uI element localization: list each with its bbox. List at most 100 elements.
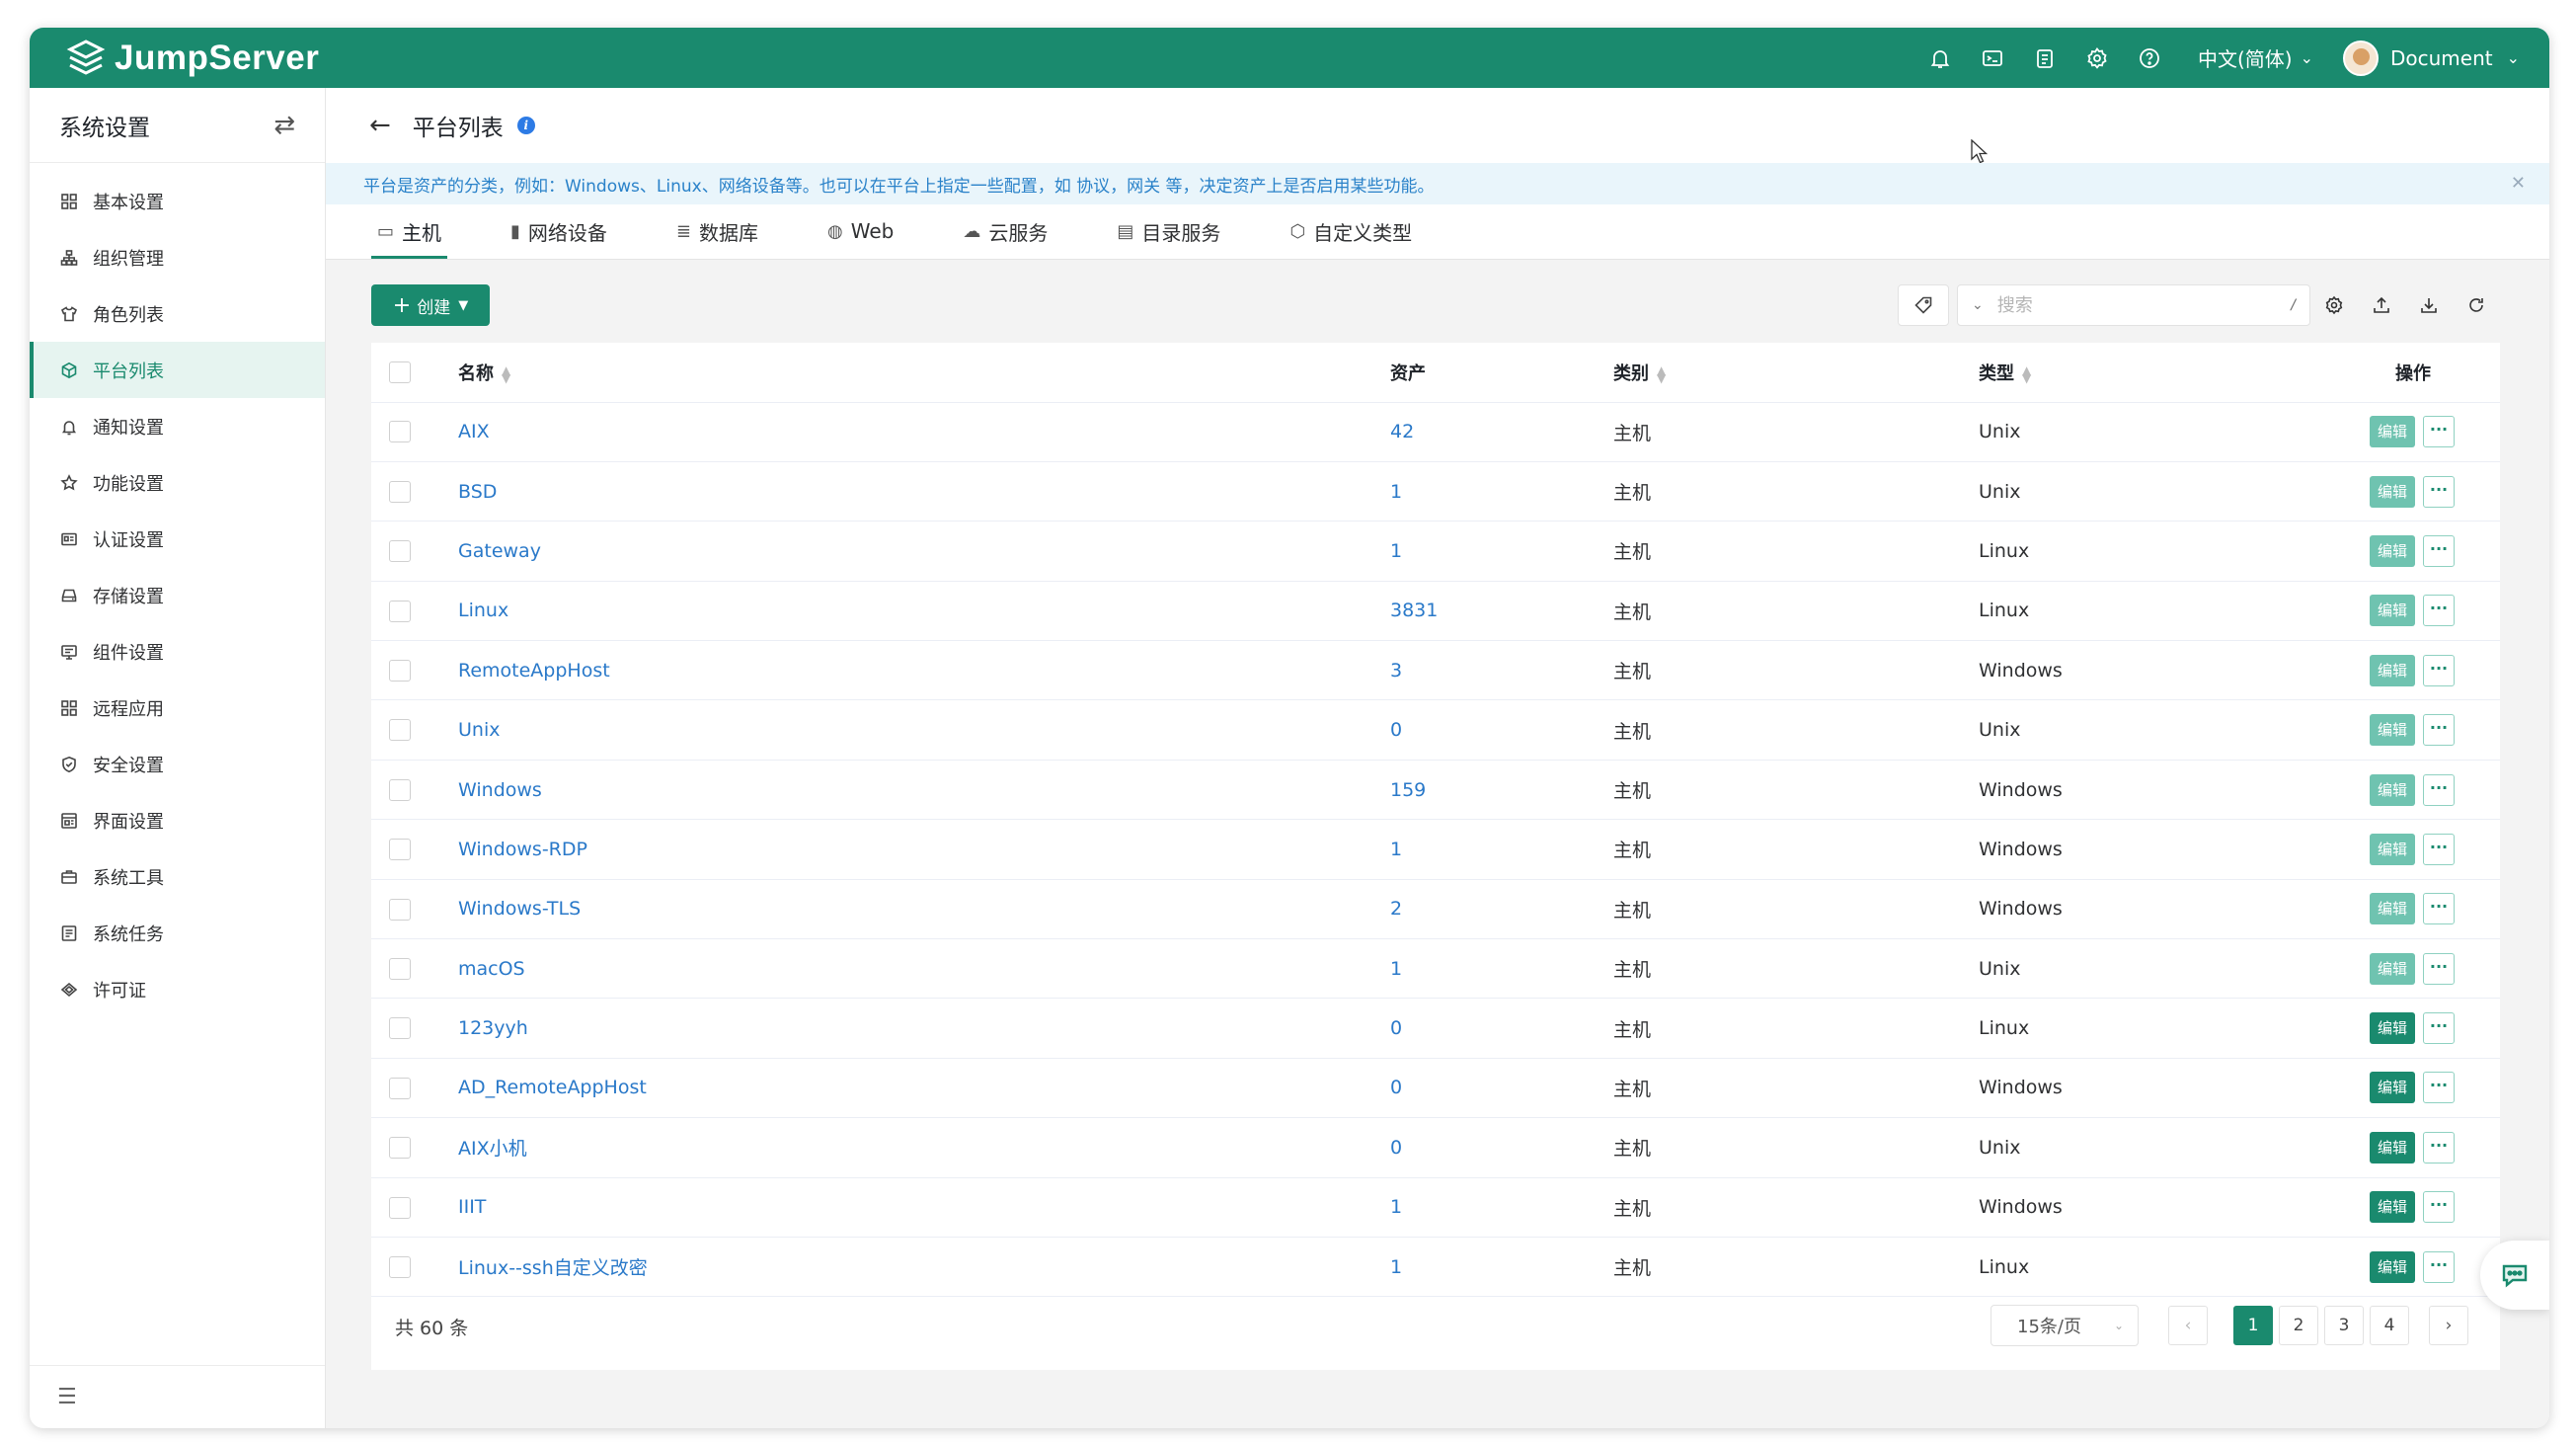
- edit-button[interactable]: 编辑: [2370, 773, 2415, 806]
- edit-button[interactable]: 编辑: [2370, 654, 2415, 686]
- sidebar-item-basic[interactable]: 基本设置: [30, 173, 325, 229]
- platform-name-link[interactable]: Gateway: [458, 540, 541, 562]
- column-header-name[interactable]: 名称 ▲ ▼: [458, 343, 1376, 403]
- chat-assistant-button[interactable]: [2480, 1241, 2549, 1310]
- platform-name-link[interactable]: macOS: [458, 958, 525, 980]
- asset-count-link[interactable]: 0: [1390, 1077, 1402, 1098]
- row-checkbox[interactable]: [389, 957, 411, 980]
- platform-name-link[interactable]: Windows-TLS: [458, 898, 581, 920]
- page-button-2[interactable]: 2: [2279, 1306, 2318, 1345]
- asset-count-link[interactable]: 0: [1390, 1137, 1402, 1159]
- edit-button[interactable]: 编辑: [2370, 1191, 2415, 1224]
- asset-count-link[interactable]: 0: [1390, 719, 1402, 741]
- tab-database[interactable]: ≣ 数据库: [664, 203, 770, 259]
- more-actions-button[interactable]: ···: [2423, 1191, 2455, 1224]
- sidebar-item-features[interactable]: 功能设置: [30, 454, 325, 511]
- settings-icon[interactable]: [2310, 284, 2358, 326]
- row-checkbox[interactable]: [389, 1196, 411, 1219]
- row-checkbox[interactable]: [389, 1077, 411, 1099]
- prev-page-button[interactable]: ‹: [2168, 1306, 2208, 1345]
- sidebar-item-storage[interactable]: 存储设置: [30, 567, 325, 623]
- row-checkbox[interactable]: [389, 898, 411, 921]
- clipboard-icon[interactable]: [2019, 28, 2071, 88]
- sidebar-item-license[interactable]: 许可证: [30, 961, 325, 1017]
- page-button-1[interactable]: 1: [2233, 1306, 2273, 1345]
- asset-count-link[interactable]: 42: [1390, 421, 1414, 442]
- create-button[interactable]: + 创建 ▼: [371, 284, 490, 326]
- edit-button[interactable]: 编辑: [2370, 595, 2415, 627]
- tab-web[interactable]: ◍ Web: [816, 203, 905, 259]
- collapse-sidebar-icon[interactable]: ☰: [30, 1365, 325, 1428]
- row-checkbox[interactable]: [389, 1255, 411, 1278]
- platform-name-link[interactable]: 123yyh: [458, 1017, 528, 1039]
- edit-button[interactable]: 编辑: [2370, 714, 2415, 747]
- upload-icon[interactable]: [2358, 284, 2405, 326]
- select-all-checkbox[interactable]: [389, 361, 411, 383]
- sidebar-item-tools[interactable]: 系统工具: [30, 848, 325, 905]
- download-icon[interactable]: [2405, 284, 2453, 326]
- asset-count-link[interactable]: 3: [1390, 660, 1402, 682]
- sidebar-item-platforms[interactable]: 平台列表: [30, 342, 325, 398]
- asset-count-link[interactable]: 1: [1390, 1196, 1402, 1218]
- edit-button[interactable]: 编辑: [2370, 952, 2415, 985]
- more-actions-button[interactable]: ···: [2423, 1012, 2455, 1045]
- edit-button[interactable]: 编辑: [2370, 416, 2415, 448]
- sidebar-item-auth[interactable]: 认证设置: [30, 511, 325, 567]
- edit-button[interactable]: 编辑: [2370, 475, 2415, 508]
- tab-cloud[interactable]: ☁ 云服务: [951, 203, 1059, 259]
- asset-count-link[interactable]: 1: [1390, 1256, 1402, 1278]
- chevron-down-icon[interactable]: ⌄: [1972, 297, 1984, 313]
- platform-name-link[interactable]: Unix: [458, 719, 500, 741]
- sort-icon[interactable]: ▲ ▼: [502, 364, 510, 384]
- more-actions-button[interactable]: ···: [2423, 475, 2455, 508]
- platform-name-link[interactable]: Windows-RDP: [458, 839, 587, 860]
- page-button-4[interactable]: 4: [2370, 1306, 2409, 1345]
- asset-count-link[interactable]: 159: [1390, 779, 1426, 801]
- row-checkbox[interactable]: [389, 480, 411, 503]
- more-actions-button[interactable]: ···: [2423, 416, 2455, 448]
- page-button-3[interactable]: 3: [2324, 1306, 2364, 1345]
- edit-button[interactable]: 编辑: [2370, 1012, 2415, 1045]
- sidebar-item-roles[interactable]: 角色列表: [30, 285, 325, 342]
- asset-count-link[interactable]: 0: [1390, 1017, 1402, 1039]
- tab-host[interactable]: ▭ 主机: [365, 203, 453, 259]
- row-checkbox[interactable]: [389, 540, 411, 563]
- column-header-type[interactable]: 类型 ▲ ▼: [1979, 343, 2324, 403]
- close-icon[interactable]: ✕: [2511, 173, 2526, 194]
- asset-count-link[interactable]: 1: [1390, 839, 1402, 860]
- sort-icon[interactable]: ▲ ▼: [2022, 364, 2031, 384]
- platform-name-link[interactable]: Linux: [458, 600, 508, 621]
- logo[interactable]: JumpServer: [65, 38, 319, 79]
- page-size-select[interactable]: 15条/页 ⌄: [1991, 1305, 2139, 1346]
- edit-button[interactable]: 编辑: [2370, 1250, 2415, 1283]
- asset-count-link[interactable]: 1: [1390, 958, 1402, 980]
- gear-icon[interactable]: [2071, 28, 2124, 88]
- tag-filter-icon[interactable]: [1898, 284, 1949, 326]
- sidebar-item-security[interactable]: 安全设置: [30, 736, 325, 792]
- edit-button[interactable]: 编辑: [2370, 1131, 2415, 1163]
- asset-count-link[interactable]: 2: [1390, 898, 1402, 920]
- sidebar-item-components[interactable]: 组件设置: [30, 623, 325, 680]
- edit-button[interactable]: 编辑: [2370, 534, 2415, 567]
- platform-name-link[interactable]: AIX: [458, 421, 490, 442]
- edit-button[interactable]: 编辑: [2370, 893, 2415, 925]
- column-header-category[interactable]: 类别 ▲ ▼: [1613, 343, 1979, 403]
- more-actions-button[interactable]: ···: [2423, 534, 2455, 567]
- next-page-button[interactable]: ›: [2429, 1306, 2468, 1345]
- terminal-icon[interactable]: [1967, 28, 2019, 88]
- sidebar-item-notifications[interactable]: 通知设置: [30, 398, 325, 454]
- sort-icon[interactable]: ▲ ▼: [1657, 364, 1666, 384]
- asset-count-link[interactable]: 3831: [1390, 600, 1438, 621]
- platform-name-link[interactable]: BSD: [458, 481, 497, 503]
- row-checkbox[interactable]: [389, 778, 411, 801]
- tab-network-device[interactable]: ▮ 网络设备: [499, 203, 619, 259]
- platform-name-link[interactable]: AIX小机: [458, 1138, 527, 1160]
- row-checkbox[interactable]: [389, 1137, 411, 1160]
- help-icon[interactable]: [2124, 28, 2176, 88]
- bell-icon[interactable]: [1914, 28, 1967, 88]
- platform-name-link[interactable]: RemoteAppHost: [458, 660, 610, 682]
- refresh-icon[interactable]: [2453, 284, 2500, 326]
- sidebar-item-remote-apps[interactable]: 远程应用: [30, 680, 325, 736]
- asset-count-link[interactable]: 1: [1390, 481, 1402, 503]
- more-actions-button[interactable]: ···: [2423, 1131, 2455, 1163]
